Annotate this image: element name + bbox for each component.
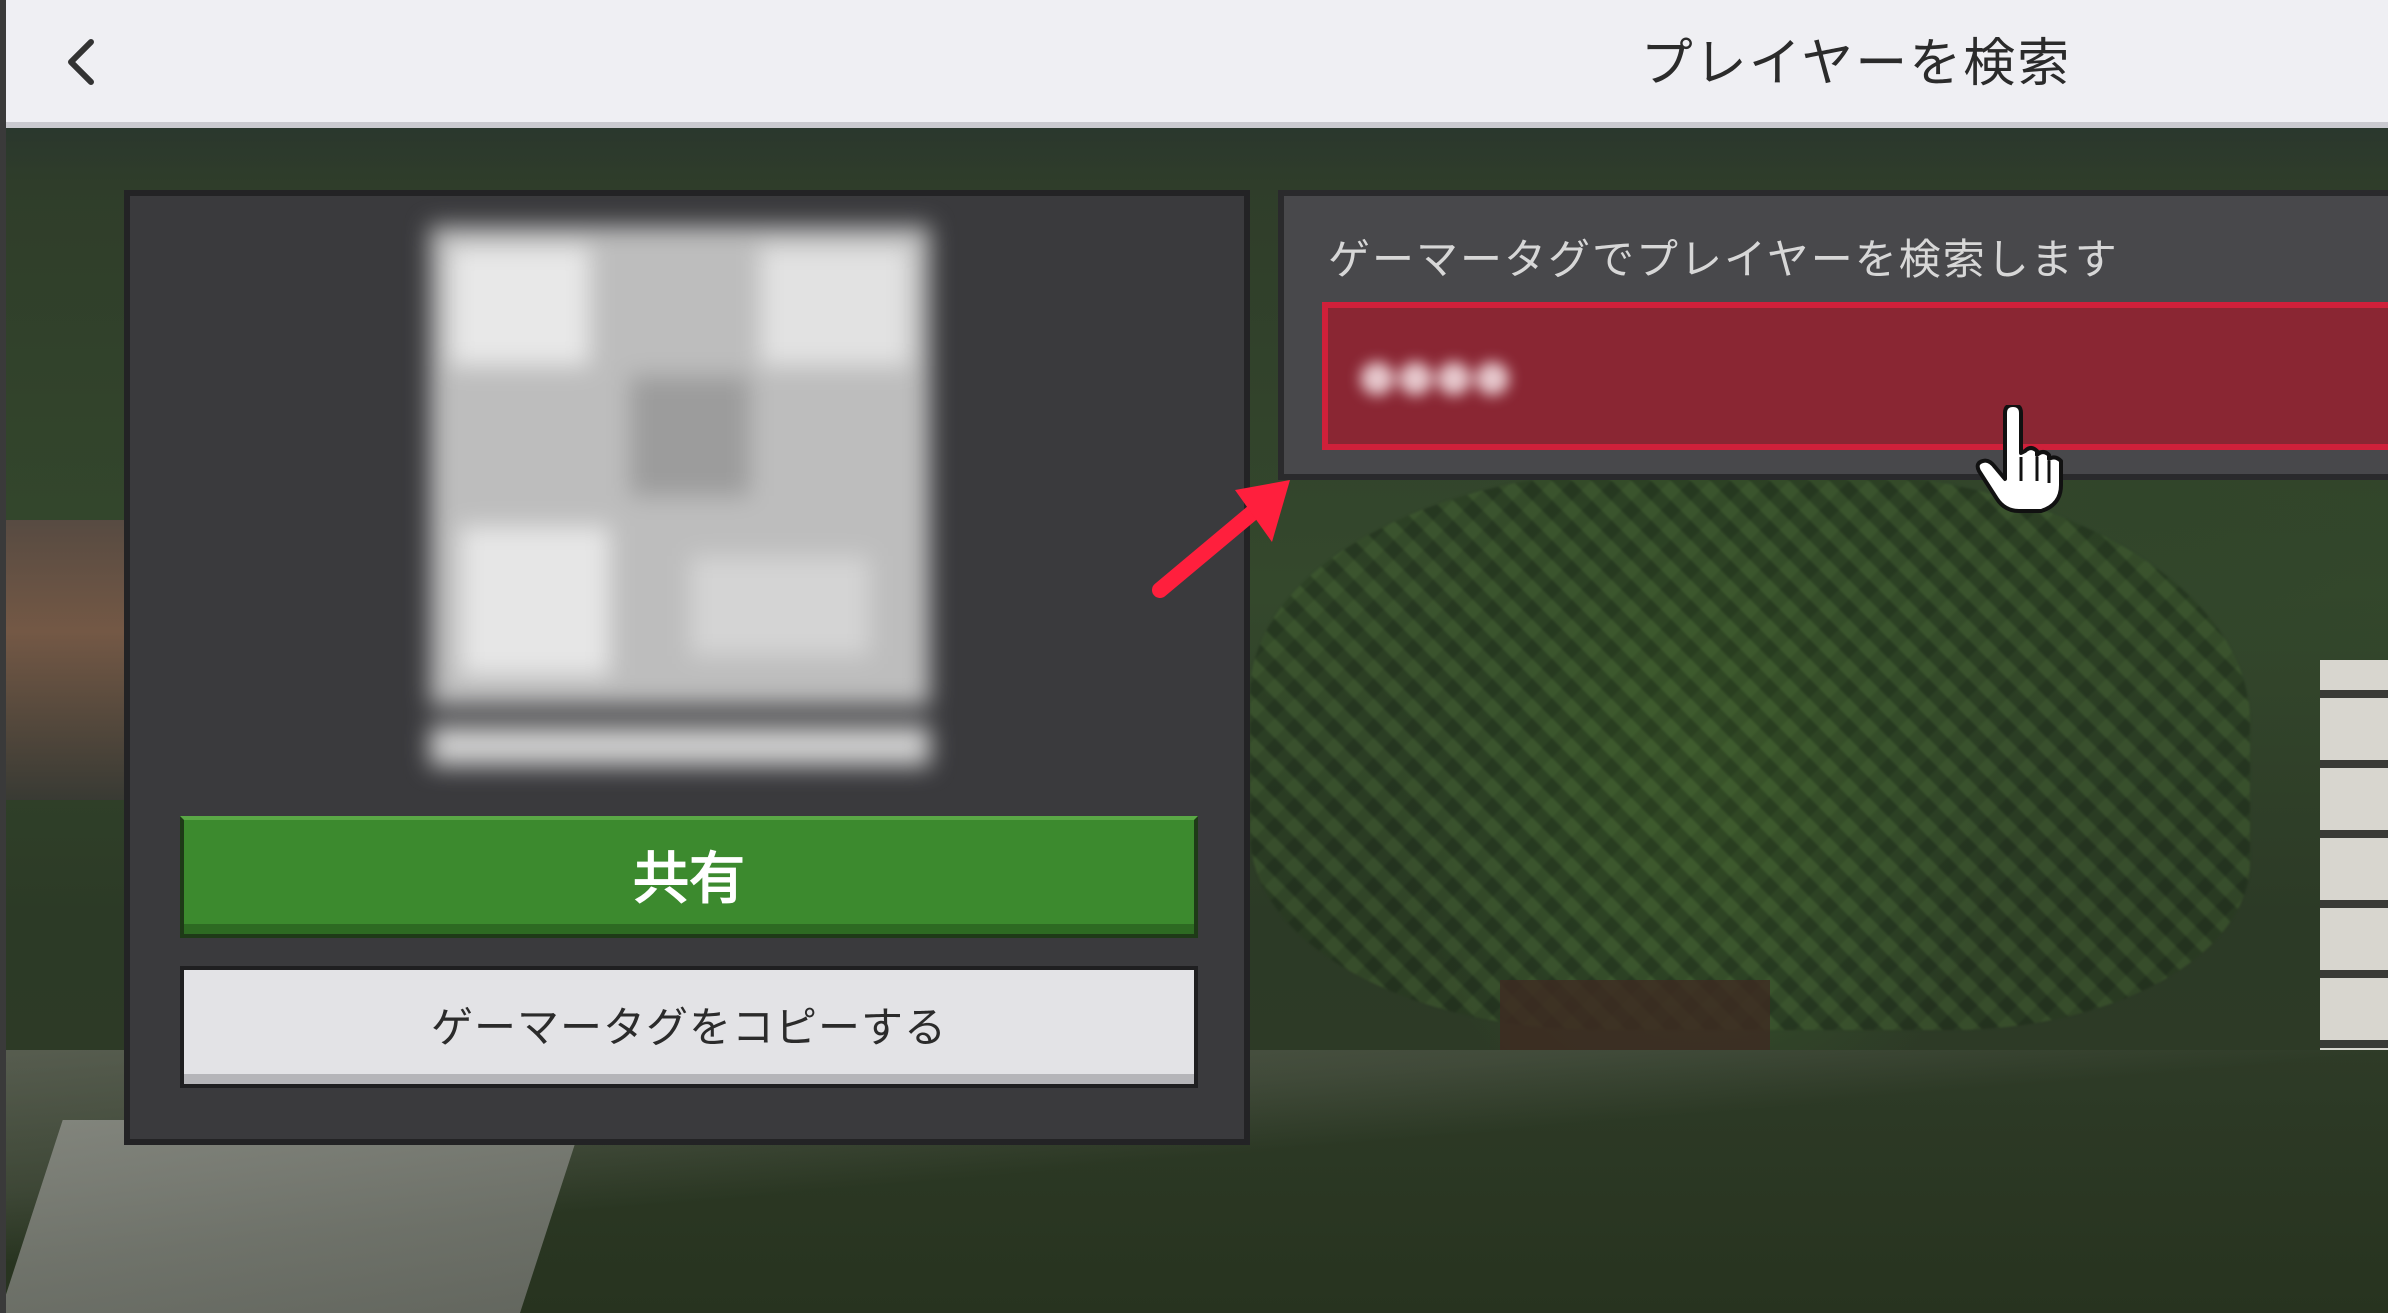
copy-gamertag-button[interactable]: ゲーマータグをコピーする xyxy=(180,966,1198,1088)
screen: プレイヤーを検索 共有 ゲーマータグをコピーする ゲーマータグでプレイヤーを検索… xyxy=(0,0,2388,1313)
background-path xyxy=(0,1120,583,1313)
background-tree-leaves xyxy=(1250,470,2250,1030)
hand-pointer-icon xyxy=(1975,405,2063,513)
search-input-value: ●●●● xyxy=(1358,350,1512,401)
header-bar: プレイヤーを検索 xyxy=(6,0,2388,128)
search-field-label: ゲーマータグでプレイヤーを検索します xyxy=(1328,235,2119,284)
chevron-left-icon xyxy=(68,39,94,85)
profile-panel: 共有 ゲーマータグをコピーする xyxy=(124,190,1250,1145)
player-search-panel: ゲーマータグでプレイヤーを検索します ●●●● xyxy=(1278,190,2388,480)
background-birch-tree xyxy=(2320,660,2388,1080)
gamertag-search-input[interactable]: ●●●● xyxy=(1322,302,2388,450)
page-title: プレイヤーを検索 xyxy=(1640,34,2072,94)
window-left-edge xyxy=(0,0,6,1313)
background-sunset xyxy=(0,520,140,800)
back-button[interactable] xyxy=(46,22,116,102)
share-button[interactable]: 共有 xyxy=(180,816,1198,938)
red-arrow-icon xyxy=(1152,480,1290,598)
qr-code-image xyxy=(430,226,930,786)
